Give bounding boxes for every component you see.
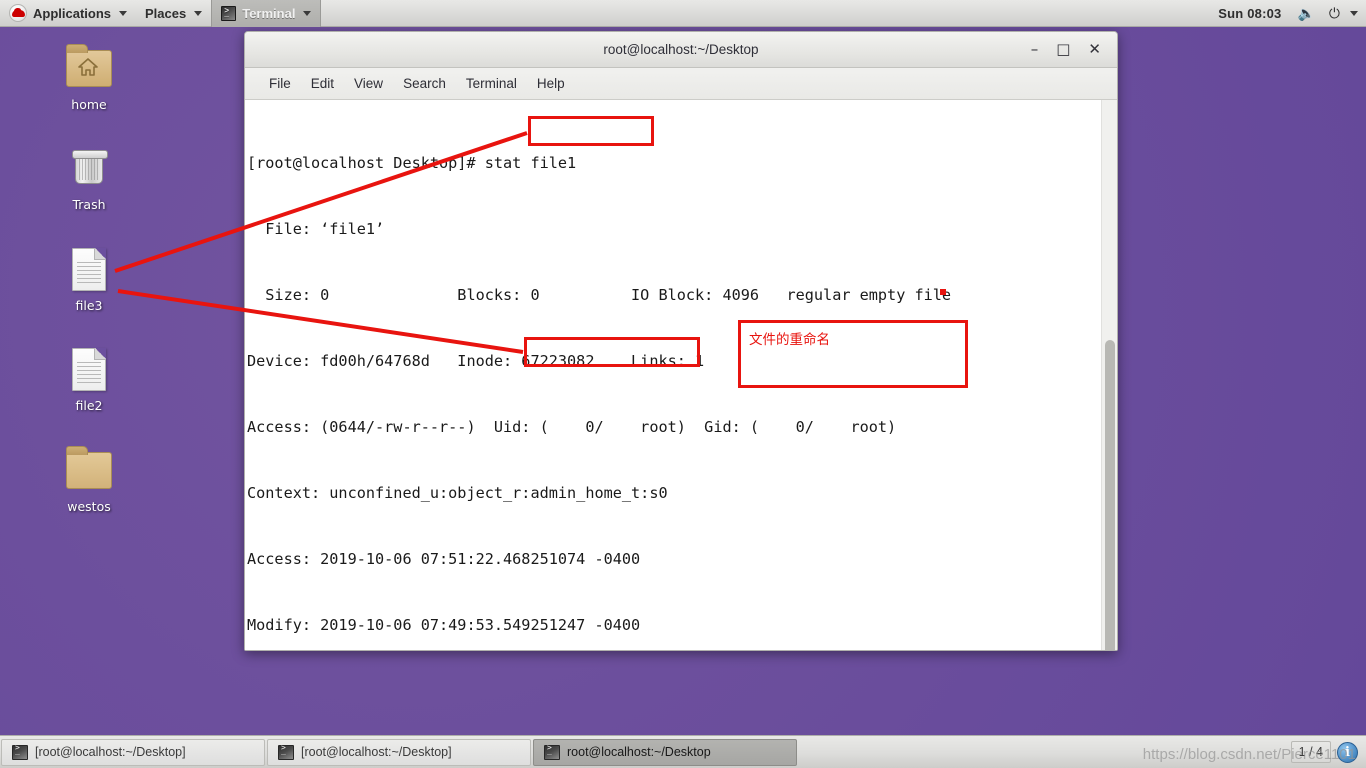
terminal-line: File: ‘file1’	[247, 220, 385, 238]
applications-menu[interactable]: Applications	[0, 0, 136, 27]
desktop-icon-trash[interactable]: Trash	[46, 144, 132, 212]
file-document-icon	[65, 245, 113, 293]
annotation-dot	[940, 289, 946, 295]
chevron-down-icon[interactable]	[1350, 10, 1358, 16]
terminal-line: Access: (0644/-rw-r--r--) Uid: ( 0/ root…	[247, 418, 897, 436]
home-folder-icon	[65, 44, 113, 92]
menu-terminal[interactable]: Terminal	[456, 73, 527, 94]
desktop-icon-file2[interactable]: file2	[46, 345, 132, 413]
terminal-window-menu[interactable]: Terminal	[211, 0, 322, 27]
terminal-menubar: File Edit View Search Terminal Help	[245, 68, 1117, 100]
menu-view[interactable]: View	[344, 73, 393, 94]
home-glyph-icon	[78, 58, 98, 76]
applications-menu-label: Applications	[33, 5, 112, 21]
annotation-note-box: 文件的重命名	[738, 320, 968, 388]
desktop-icon-label: home	[71, 97, 107, 112]
trash-icon	[65, 144, 113, 192]
taskbar-button-label: [root@localhost:~/Desktop]	[301, 745, 452, 759]
minimize-button[interactable]: –	[1031, 42, 1039, 57]
terminal-output[interactable]: [root@localhost Desktop]# stat file1 Fil…	[245, 100, 1101, 650]
taskbar-button[interactable]: [root@localhost:~/Desktop]	[267, 738, 531, 766]
chevron-down-icon	[303, 10, 312, 16]
folder-icon	[65, 446, 113, 494]
desktop-screen: Applications Places Terminal Sun 08:03 🔈…	[0, 0, 1366, 768]
terminal-window-label: Terminal	[242, 5, 296, 21]
taskbar-button-active[interactable]: root@localhost:~/Desktop	[533, 738, 797, 766]
terminal-icon	[12, 743, 28, 760]
taskbar-button[interactable]: [root@localhost:~/Desktop]	[1, 738, 265, 766]
desktop-icon-home[interactable]: home	[46, 44, 132, 112]
places-menu-label: Places	[145, 5, 187, 21]
desktop-icon-westos[interactable]: westos	[46, 446, 132, 514]
chevron-down-icon	[194, 10, 203, 16]
scrollbar-thumb[interactable]	[1105, 340, 1115, 650]
menu-search[interactable]: Search	[393, 73, 456, 94]
menu-edit[interactable]: Edit	[301, 73, 344, 94]
terminal-scrollbar[interactable]	[1101, 100, 1117, 650]
close-button[interactable]: ✕	[1088, 42, 1101, 57]
top-panel: Applications Places Terminal Sun 08:03 🔈…	[0, 0, 1366, 27]
desktop-icon-label: westos	[67, 499, 111, 514]
terminal-line: Access: 2019-10-06 07:51:22.468251074 -0…	[247, 550, 641, 568]
places-menu[interactable]: Places	[136, 0, 211, 27]
chevron-down-icon	[119, 10, 128, 16]
file-document-icon	[65, 345, 113, 393]
workspace-indicator[interactable]: 1 / 4	[1290, 741, 1331, 763]
system-tray: Sun 08:03 🔈 ⏻	[1210, 6, 1366, 21]
desktop-icon-label: file2	[75, 398, 103, 413]
info-icon[interactable]: i	[1337, 741, 1358, 763]
maximize-button[interactable]: □	[1056, 42, 1070, 57]
terminal-icon	[221, 5, 237, 21]
taskbar-button-label: [root@localhost:~/Desktop]	[35, 745, 186, 759]
taskbar-button-label: root@localhost:~/Desktop	[567, 745, 711, 759]
clock[interactable]: Sun 08:03	[1210, 6, 1289, 21]
terminal-titlebar[interactable]: root@localhost:~/Desktop – □ ✕	[245, 32, 1117, 68]
terminal-window: root@localhost:~/Desktop – □ ✕ File Edit…	[244, 31, 1118, 651]
terminal-line: [root@localhost Desktop]# stat file1	[247, 154, 577, 172]
volume-icon[interactable]: 🔈	[1291, 6, 1320, 20]
desktop-icon-label: file3	[75, 298, 103, 313]
menu-help[interactable]: Help	[527, 73, 575, 94]
terminal-line: Context: unconfined_u:object_r:admin_hom…	[247, 484, 668, 502]
window-title: root@localhost:~/Desktop	[603, 42, 759, 57]
power-icon[interactable]: ⏻	[1323, 6, 1346, 20]
annotation-note-text: 文件的重命名	[749, 332, 830, 348]
terminal-body[interactable]: [root@localhost Desktop]# stat file1 Fil…	[245, 100, 1117, 650]
terminal-line: Size: 0 Blocks: 0 IO Block: 4096 regular…	[247, 286, 952, 304]
window-controls: – □ ✕	[1031, 42, 1117, 57]
desktop-icon-label: Trash	[72, 197, 106, 212]
taskbar: [root@localhost:~/Desktop] [root@localho…	[0, 735, 1366, 768]
terminal-icon	[544, 743, 560, 760]
desktop-icon-file3[interactable]: file3	[46, 245, 132, 313]
terminal-icon	[278, 743, 294, 760]
terminal-line: Device: fd00h/64768d Inode: 67223082 Lin…	[247, 352, 705, 370]
redhat-logo-icon	[9, 4, 27, 22]
menu-file[interactable]: File	[259, 73, 301, 94]
taskbar-tray: 1 / 4 i	[1290, 741, 1366, 763]
terminal-line: Modify: 2019-10-06 07:49:53.549251247 -0…	[247, 616, 641, 634]
